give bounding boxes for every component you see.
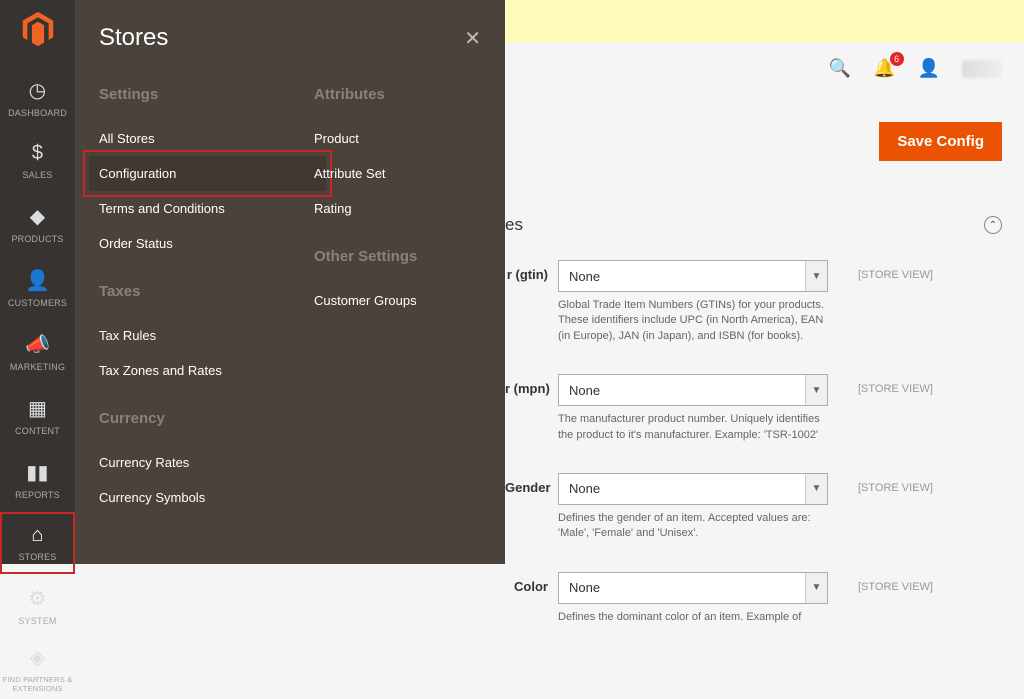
field-mpn: r (mpn) None▼ The manufacturer product n… bbox=[505, 374, 1002, 443]
field-gender: Gender None▼ Defines the gender of an it… bbox=[505, 473, 1002, 542]
config-section-title: es bbox=[505, 215, 523, 235]
field-label: r (gtin) bbox=[505, 260, 558, 282]
chevron-down-icon: ▼ bbox=[805, 573, 827, 603]
chevron-down-icon: ▼ bbox=[805, 474, 827, 504]
menu-order-status[interactable]: Order Status bbox=[99, 226, 266, 261]
menu-customer-groups[interactable]: Customer Groups bbox=[314, 283, 481, 318]
gtin-select[interactable]: None▼ bbox=[558, 260, 828, 292]
user-name-placeholder[interactable] bbox=[962, 60, 1002, 78]
config-form: r (gtin) None▼ Global Trade Item Numbers… bbox=[505, 260, 1002, 655]
nav-sales[interactable]: $SALES bbox=[0, 130, 75, 192]
menu-product[interactable]: Product bbox=[314, 121, 481, 156]
menu-rating[interactable]: Rating bbox=[314, 191, 481, 226]
section-other-head: Other Settings bbox=[314, 248, 481, 265]
store-icon: ⌂ bbox=[31, 524, 43, 547]
chevron-down-icon: ▼ bbox=[805, 261, 827, 291]
nav-dashboard[interactable]: ◷DASHBOARD bbox=[0, 66, 75, 130]
field-hint: The manufacturer product number. Uniquel… bbox=[558, 412, 828, 443]
field-label: Color bbox=[505, 572, 558, 594]
field-color: Color None▼ Defines the dominant color o… bbox=[505, 572, 1002, 625]
dollar-icon: $ bbox=[32, 142, 43, 165]
nav-marketing[interactable]: 📣MARKETING bbox=[0, 320, 75, 384]
collapse-icon[interactable]: ⌃ bbox=[984, 216, 1002, 234]
user-icon[interactable]: 👤 bbox=[918, 58, 940, 79]
section-taxes-head: Taxes bbox=[99, 283, 266, 300]
person-icon: 👤 bbox=[25, 268, 50, 293]
gear-icon: ⚙ bbox=[28, 586, 46, 611]
nav-reports[interactable]: ▮▮REPORTS bbox=[0, 448, 75, 512]
dashboard-icon: ◷ bbox=[29, 78, 47, 103]
menu-currency-symbols[interactable]: Currency Symbols bbox=[99, 480, 266, 515]
nav-customers[interactable]: 👤CUSTOMERS bbox=[0, 256, 75, 320]
notifications-icon[interactable]: 🔔6 bbox=[873, 58, 895, 79]
scope-label: [STORE VIEW] bbox=[828, 260, 933, 281]
nav-stores[interactable]: ⌂STORES bbox=[0, 512, 75, 574]
admin-sidebar: ◷DASHBOARD $SALES ◆PRODUCTS 👤CUSTOMERS 📣… bbox=[0, 0, 75, 564]
menu-currency-rates[interactable]: Currency Rates bbox=[99, 445, 266, 480]
save-config-button[interactable]: Save Config bbox=[879, 122, 1002, 161]
box-icon: ◆ bbox=[30, 204, 46, 229]
scope-label: [STORE VIEW] bbox=[828, 572, 933, 593]
field-label: Gender bbox=[505, 473, 558, 495]
megaphone-icon: 📣 bbox=[25, 332, 50, 357]
section-currency-head: Currency bbox=[99, 410, 266, 427]
notification-badge: 6 bbox=[890, 52, 904, 66]
nav-system[interactable]: ⚙SYSTEM bbox=[0, 574, 75, 638]
close-icon[interactable]: ✕ bbox=[464, 26, 481, 51]
layout-icon: ▦ bbox=[28, 396, 47, 421]
flyout-title: Stores bbox=[99, 24, 168, 52]
scope-label: [STORE VIEW] bbox=[828, 473, 933, 494]
partners-icon: ◈ bbox=[30, 646, 46, 670]
scope-label: [STORE VIEW] bbox=[828, 374, 933, 395]
nav-partners[interactable]: ◈FIND PARTNERS & EXTENSIONS bbox=[0, 638, 75, 699]
menu-terms[interactable]: Terms and Conditions bbox=[99, 191, 266, 226]
mpn-select[interactable]: None▼ bbox=[558, 374, 828, 406]
section-attr-head: Attributes bbox=[314, 86, 481, 103]
nav-content[interactable]: ▦CONTENT bbox=[0, 384, 75, 448]
top-actions: 🔍 🔔6 👤 bbox=[829, 58, 1002, 79]
stores-flyout: Stores ✕ Settings All Stores Configurati… bbox=[75, 0, 505, 564]
menu-attr-set[interactable]: Attribute Set bbox=[314, 156, 481, 191]
bars-icon: ▮▮ bbox=[26, 460, 48, 485]
section-settings-head: Settings bbox=[99, 86, 266, 103]
menu-all-stores[interactable]: All Stores bbox=[99, 121, 266, 156]
menu-tax-zones[interactable]: Tax Zones and Rates bbox=[99, 353, 266, 388]
search-icon[interactable]: 🔍 bbox=[829, 58, 851, 79]
gender-select[interactable]: None▼ bbox=[558, 473, 828, 505]
field-label: r (mpn) bbox=[505, 374, 558, 396]
nav-products[interactable]: ◆PRODUCTS bbox=[0, 192, 75, 256]
field-hint: Defines the dominant color of an item. E… bbox=[558, 610, 828, 625]
color-select[interactable]: None▼ bbox=[558, 572, 828, 604]
menu-tax-rules[interactable]: Tax Rules bbox=[99, 318, 266, 353]
field-hint: Defines the gender of an item. Accepted … bbox=[558, 511, 828, 542]
field-hint: Global Trade Item Numbers (GTINs) for yo… bbox=[558, 298, 828, 344]
magento-logo[interactable] bbox=[19, 10, 57, 48]
chevron-down-icon: ▼ bbox=[805, 375, 827, 405]
field-gtin: r (gtin) None▼ Global Trade Item Numbers… bbox=[505, 260, 1002, 344]
